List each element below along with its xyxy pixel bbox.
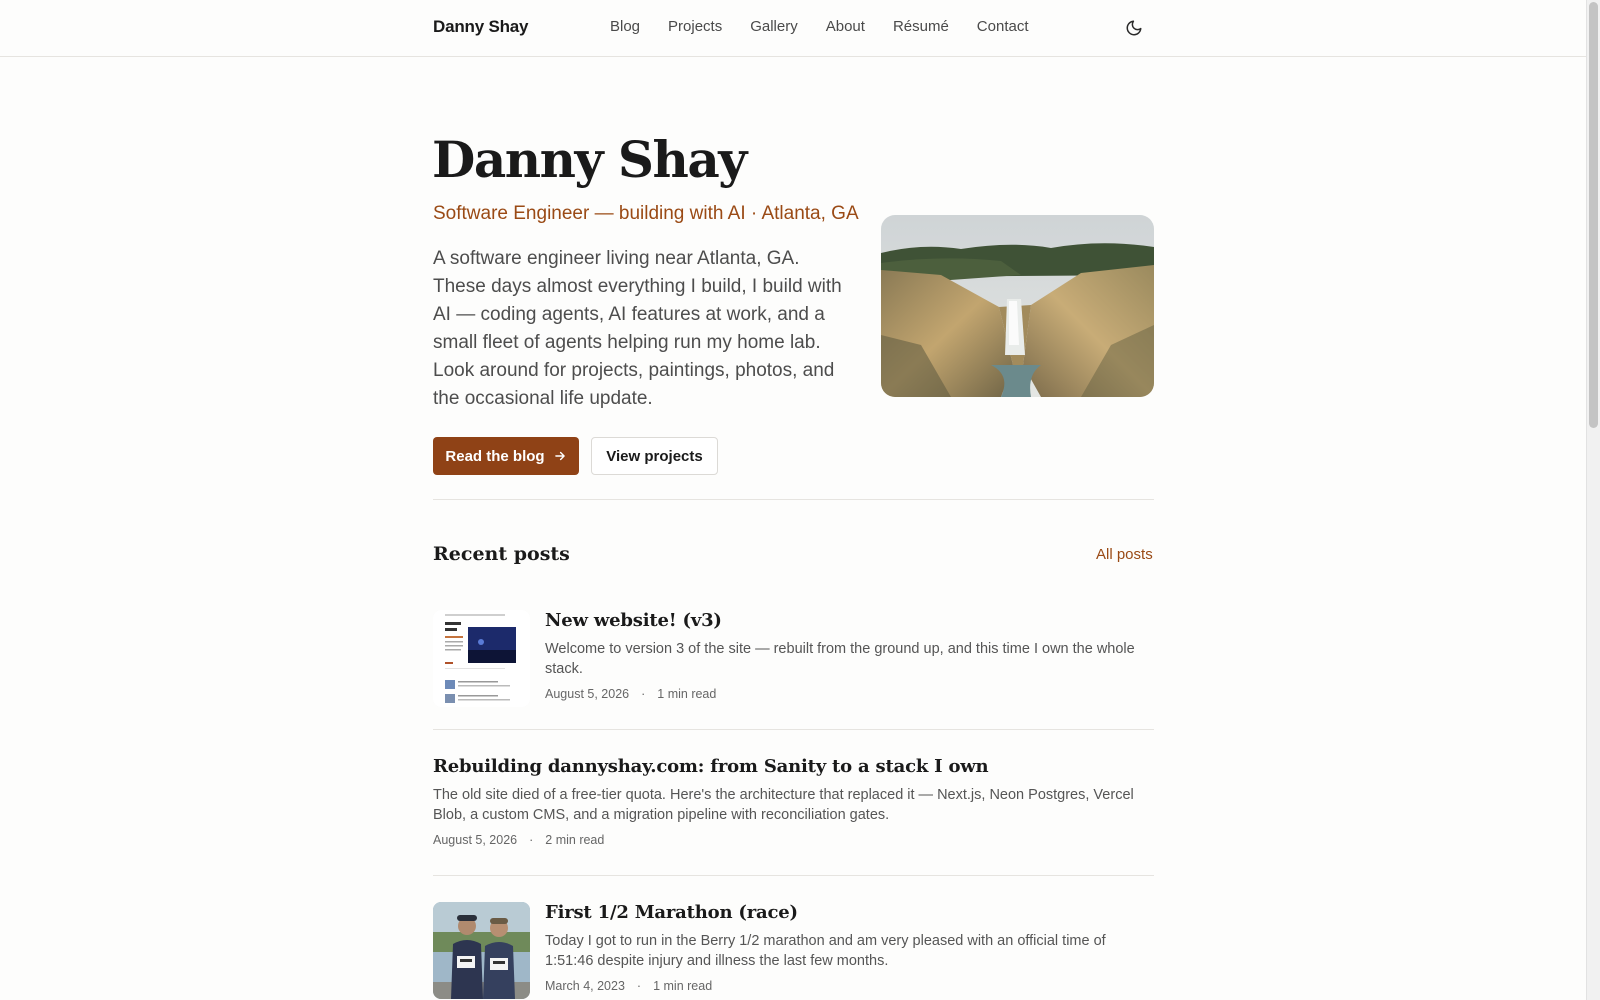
site-header: Danny Shay Blog Projects Gallery About R… xyxy=(0,0,1586,57)
read-blog-label: Read the blog xyxy=(445,447,545,465)
nav-blog[interactable]: Blog xyxy=(610,18,640,35)
post-read-time: 1 min read xyxy=(657,687,717,701)
moon-icon xyxy=(1126,20,1142,36)
theme-toggle-button[interactable] xyxy=(1122,16,1146,40)
post-body: First 1/2 Marathon (race) Today I got to… xyxy=(545,902,1154,993)
nav-about[interactable]: About xyxy=(826,18,865,35)
post-item: First 1/2 Marathon (race) Today I got to… xyxy=(433,902,1154,1000)
nav-resume[interactable]: Résumé xyxy=(893,18,949,35)
meta-separator: · xyxy=(641,687,646,701)
hero-waterfall-photo xyxy=(881,215,1154,397)
post-read-time: 2 min read xyxy=(545,833,605,847)
post-date: August 5, 2026 xyxy=(433,833,518,847)
read-blog-button[interactable]: Read the blog xyxy=(433,437,579,475)
post-title-link[interactable]: First 1/2 Marathon (race) xyxy=(545,902,1154,923)
post-meta: August 5, 2026 · 2 min read xyxy=(433,833,1154,847)
post-title-link[interactable]: Rebuilding dannyshay.com: from Sanity to… xyxy=(433,756,1154,777)
post-item: Rebuilding dannyshay.com: from Sanity to… xyxy=(433,756,1154,856)
post-divider xyxy=(433,875,1154,876)
post-meta: August 5, 2026 · 1 min read xyxy=(545,687,1154,701)
post-divider xyxy=(433,729,1154,730)
site-brand-link[interactable]: Danny Shay xyxy=(433,17,529,37)
nav-projects[interactable]: Projects xyxy=(668,18,722,35)
post-thumbnail-marathon[interactable] xyxy=(433,902,530,999)
post-excerpt: Today I got to run in the Berry 1/2 mara… xyxy=(545,933,1106,969)
post-body: Rebuilding dannyshay.com: from Sanity to… xyxy=(433,756,1154,847)
post-date: August 5, 2026 xyxy=(545,687,630,701)
nav-gallery[interactable]: Gallery xyxy=(750,18,798,35)
meta-separator: · xyxy=(529,833,534,847)
meta-separator: · xyxy=(636,979,642,993)
post-body: New website! (v3) Welcome to version 3 o… xyxy=(545,610,1154,701)
post-excerpt: The old site died of a free-tier quota. … xyxy=(433,787,1134,823)
recent-posts-heading: Recent posts xyxy=(433,543,570,565)
post-date: March 4, 2023 xyxy=(545,979,625,993)
main-nav: Blog Projects Gallery About Résumé Conta… xyxy=(610,18,1057,35)
hero-title: Danny Shay xyxy=(432,130,747,189)
page-scrollbar-thumb[interactable] xyxy=(1589,2,1598,428)
hero-bio: A software engineer living near Atlanta,… xyxy=(433,248,842,409)
section-divider xyxy=(433,499,1154,500)
arrow-right-icon xyxy=(554,451,565,461)
post-title-link[interactable]: New website! (v3) xyxy=(545,610,1154,631)
post-excerpt: Welcome to version 3 of the site — rebui… xyxy=(545,641,1135,677)
hero-subtitle: Software Engineer — building with AI · A… xyxy=(433,203,859,224)
post-read-time: 1 min read xyxy=(653,979,713,993)
post-thumbnail-website[interactable] xyxy=(433,610,530,707)
post-item: New website! (v3) Welcome to version 3 o… xyxy=(433,610,1154,718)
post-meta: March 4, 2023 · 1 min read xyxy=(545,979,1154,993)
nav-contact[interactable]: Contact xyxy=(977,18,1029,35)
all-posts-link[interactable]: All posts xyxy=(1096,546,1153,563)
view-projects-button[interactable]: View projects xyxy=(591,437,718,475)
